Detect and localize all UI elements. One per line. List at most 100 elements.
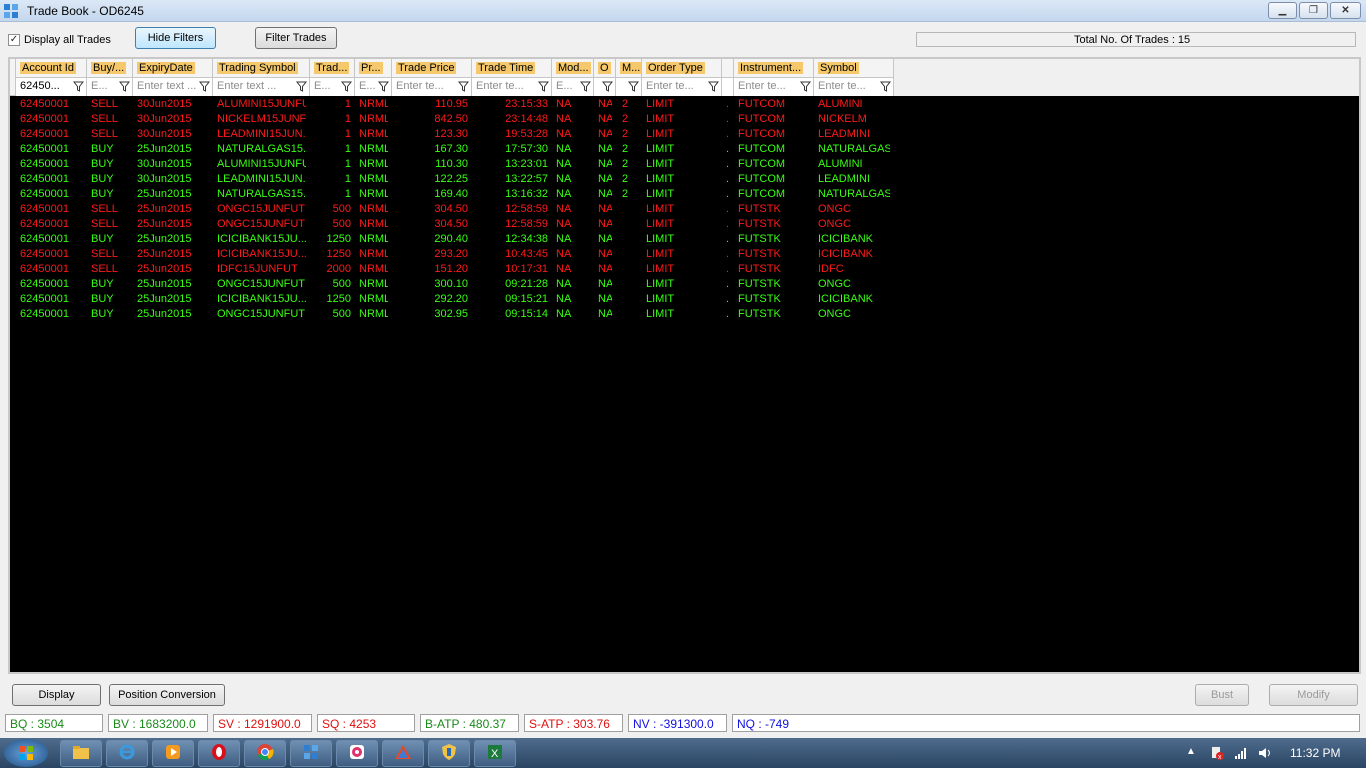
start-button[interactable] xyxy=(4,739,48,767)
filter-input-text[interactable]: E... xyxy=(91,80,108,92)
table-row[interactable]: 62450001 BUY 30Jun2015 ALUMINI15JUNFUT 1 NRML… xyxy=(10,157,1359,172)
minimize-button[interactable]: ▁ xyxy=(1268,2,1297,19)
table-row[interactable]: 62450001 SELL 30Jun2015 LEADMINI15JUN... 1 NR… xyxy=(10,127,1359,142)
filter-input-text[interactable]: Enter text ... xyxy=(137,80,196,92)
filter-input-text[interactable]: Enter te... xyxy=(396,80,444,92)
filter-expiry-date[interactable]: Enter text ... xyxy=(133,78,213,96)
filter-funnel-icon[interactable] xyxy=(199,81,210,92)
action-center-icon[interactable]: x xyxy=(1210,746,1224,760)
table-row[interactable]: 62450001 BUY 25Jun2015 ONGC15JUNFUT 500 NRML 3… xyxy=(10,277,1359,292)
filter-input-text[interactable]: Enter te... xyxy=(818,80,866,92)
modify-button[interactable]: Modify xyxy=(1269,684,1358,706)
column-header-product[interactable]: Pr... xyxy=(355,59,392,78)
filter-extra[interactable] xyxy=(722,78,734,96)
filter-input-text[interactable]: 62450... xyxy=(20,80,60,92)
column-header-symbol[interactable]: Symbol xyxy=(814,59,894,78)
filter-funnel-icon[interactable] xyxy=(708,81,719,92)
filter-input-text[interactable]: Enter te... xyxy=(476,80,524,92)
filter-trade-price[interactable]: Enter te... xyxy=(392,78,472,96)
bust-button[interactable]: Bust xyxy=(1195,684,1249,706)
display-button[interactable]: Display xyxy=(12,684,101,706)
table-row[interactable]: 62450001 SELL 30Jun2015 ALUMINI15JUNFUT 1 NRM… xyxy=(10,97,1359,112)
table-row[interactable]: 62450001 BUY 25Jun2015 NATURALGAS15... 1 NRML… xyxy=(10,187,1359,202)
filter-input-text[interactable]: Enter te... xyxy=(646,80,694,92)
maximize-button[interactable]: ❐ xyxy=(1299,2,1328,19)
filter-instrument[interactable]: Enter te... xyxy=(734,78,814,96)
filter-funnel-icon[interactable] xyxy=(538,81,549,92)
taskbar-app-button[interactable] xyxy=(152,740,194,767)
filter-funnel-icon[interactable] xyxy=(341,81,352,92)
filter-trading-symbol[interactable]: Enter text ... xyxy=(213,78,310,96)
filter-m[interactable] xyxy=(616,78,642,96)
checkbox-check-icon[interactable]: ✓ xyxy=(8,34,20,46)
filter-trades-button[interactable]: Filter Trades xyxy=(255,27,337,49)
taskbar-app-button[interactable] xyxy=(428,740,470,767)
filter-input-text[interactable]: Enter text ... xyxy=(217,80,276,92)
filter-product[interactable]: E... xyxy=(355,78,392,96)
table-row[interactable]: 62450001 BUY 25Jun2015 ONGC15JUNFUT 500 NRML 3… xyxy=(10,307,1359,322)
taskbar-app-button[interactable] xyxy=(244,740,286,767)
table-row[interactable]: 62450001 BUY 25Jun2015 NATURALGAS15... 1 NRML… xyxy=(10,142,1359,157)
filter-funnel-icon[interactable] xyxy=(119,81,130,92)
show-hidden-icons-icon[interactable]: ▲ xyxy=(1186,746,1196,757)
table-row[interactable]: 62450001 SELL 25Jun2015 ONGC15JUNFUT 500 NRML… xyxy=(10,202,1359,217)
filter-input-text[interactable]: E... xyxy=(359,80,376,92)
table-row[interactable]: 62450001 BUY 25Jun2015 ICICIBANK15JU... 1250… xyxy=(10,292,1359,307)
column-header-account-id[interactable]: Account Id xyxy=(16,59,87,78)
filter-mode[interactable]: E... xyxy=(552,78,594,96)
clock[interactable]: 11:32 PM xyxy=(1290,746,1340,760)
filter-funnel-icon[interactable] xyxy=(458,81,469,92)
filter-funnel-icon[interactable] xyxy=(628,81,639,92)
taskbar-app-button[interactable] xyxy=(336,740,378,767)
column-header-extra[interactable] xyxy=(722,59,734,78)
filter-funnel-icon[interactable] xyxy=(580,81,591,92)
column-header-trade-price[interactable]: Trade Price xyxy=(392,59,472,78)
taskbar-app-button[interactable] xyxy=(60,740,102,767)
filter-trade-time[interactable]: Enter te... xyxy=(472,78,552,96)
filter-o[interactable] xyxy=(594,78,616,96)
table-row[interactable]: 62450001 SELL 25Jun2015 ICICIBANK15JU... 125… xyxy=(10,247,1359,262)
close-button[interactable]: ✕ xyxy=(1330,2,1361,19)
table-row[interactable]: 62450001 BUY 25Jun2015 ICICIBANK15JU... 1250… xyxy=(10,232,1359,247)
filter-symbol[interactable]: Enter te... xyxy=(814,78,894,96)
filter-input-text[interactable]: Enter te... xyxy=(738,80,786,92)
table-row[interactable]: 62450001 SELL 30Jun2015 NICKELM15JUNFUT 1 NRM… xyxy=(10,112,1359,127)
filter-funnel-icon[interactable] xyxy=(296,81,307,92)
taskbar-app-button[interactable] xyxy=(290,740,332,767)
taskbar-app-button[interactable] xyxy=(106,740,148,767)
cell-trade-qty: 500 xyxy=(332,203,351,215)
taskbar-app-button[interactable]: X xyxy=(474,740,516,767)
filter-input-text[interactable]: E... xyxy=(314,80,331,92)
display-all-trades-checkbox[interactable]: ✓ Display all Trades xyxy=(8,34,111,46)
filter-funnel-icon[interactable] xyxy=(880,81,891,92)
column-header-trade-time[interactable]: Trade Time xyxy=(472,59,552,78)
column-header-buy-sell[interactable]: Buy/... xyxy=(87,59,133,78)
column-header-instrument[interactable]: Instrument... xyxy=(734,59,814,78)
network-signal-icon[interactable] xyxy=(1234,746,1248,760)
column-header-trade-qty[interactable]: Trad... xyxy=(310,59,355,78)
column-header-order-type[interactable]: Order Type xyxy=(642,59,722,78)
position-conversion-button[interactable]: Position Conversion xyxy=(109,684,225,706)
taskbar-app-button[interactable] xyxy=(382,740,424,767)
column-header-o[interactable]: O xyxy=(594,59,616,78)
filter-buy-sell[interactable]: E... xyxy=(87,78,133,96)
filter-input-text[interactable]: E... xyxy=(556,80,573,92)
filter-funnel-icon[interactable] xyxy=(73,81,84,92)
column-header-m[interactable]: M... xyxy=(616,59,642,78)
column-header-mode[interactable]: Mod... xyxy=(552,59,594,78)
column-header-trading-symbol[interactable]: Trading Symbol xyxy=(213,59,310,78)
table-row[interactable]: 62450001 BUY 30Jun2015 LEADMINI15JUN... 1 NRM… xyxy=(10,172,1359,187)
volume-icon[interactable] xyxy=(1258,746,1272,760)
table-row[interactable]: 62450001 SELL 25Jun2015 ONGC15JUNFUT 500 NRML… xyxy=(10,217,1359,232)
filter-funnel-icon[interactable] xyxy=(602,81,613,92)
table-row[interactable]: 62450001 SELL 25Jun2015 IDFC15JUNFUT 2000 NRM… xyxy=(10,262,1359,277)
filter-account-id[interactable]: 62450... xyxy=(16,78,87,96)
taskbar-app-button[interactable] xyxy=(198,740,240,767)
column-header-expiry-date[interactable]: ExpiryDate xyxy=(133,59,213,78)
filter-trade-qty[interactable]: E... xyxy=(310,78,355,96)
row-header-gutter xyxy=(10,59,16,96)
hide-filters-button[interactable]: Hide Filters xyxy=(135,27,216,49)
filter-funnel-icon[interactable] xyxy=(378,81,389,92)
filter-funnel-icon[interactable] xyxy=(800,81,811,92)
filter-order-type[interactable]: Enter te... xyxy=(642,78,722,96)
